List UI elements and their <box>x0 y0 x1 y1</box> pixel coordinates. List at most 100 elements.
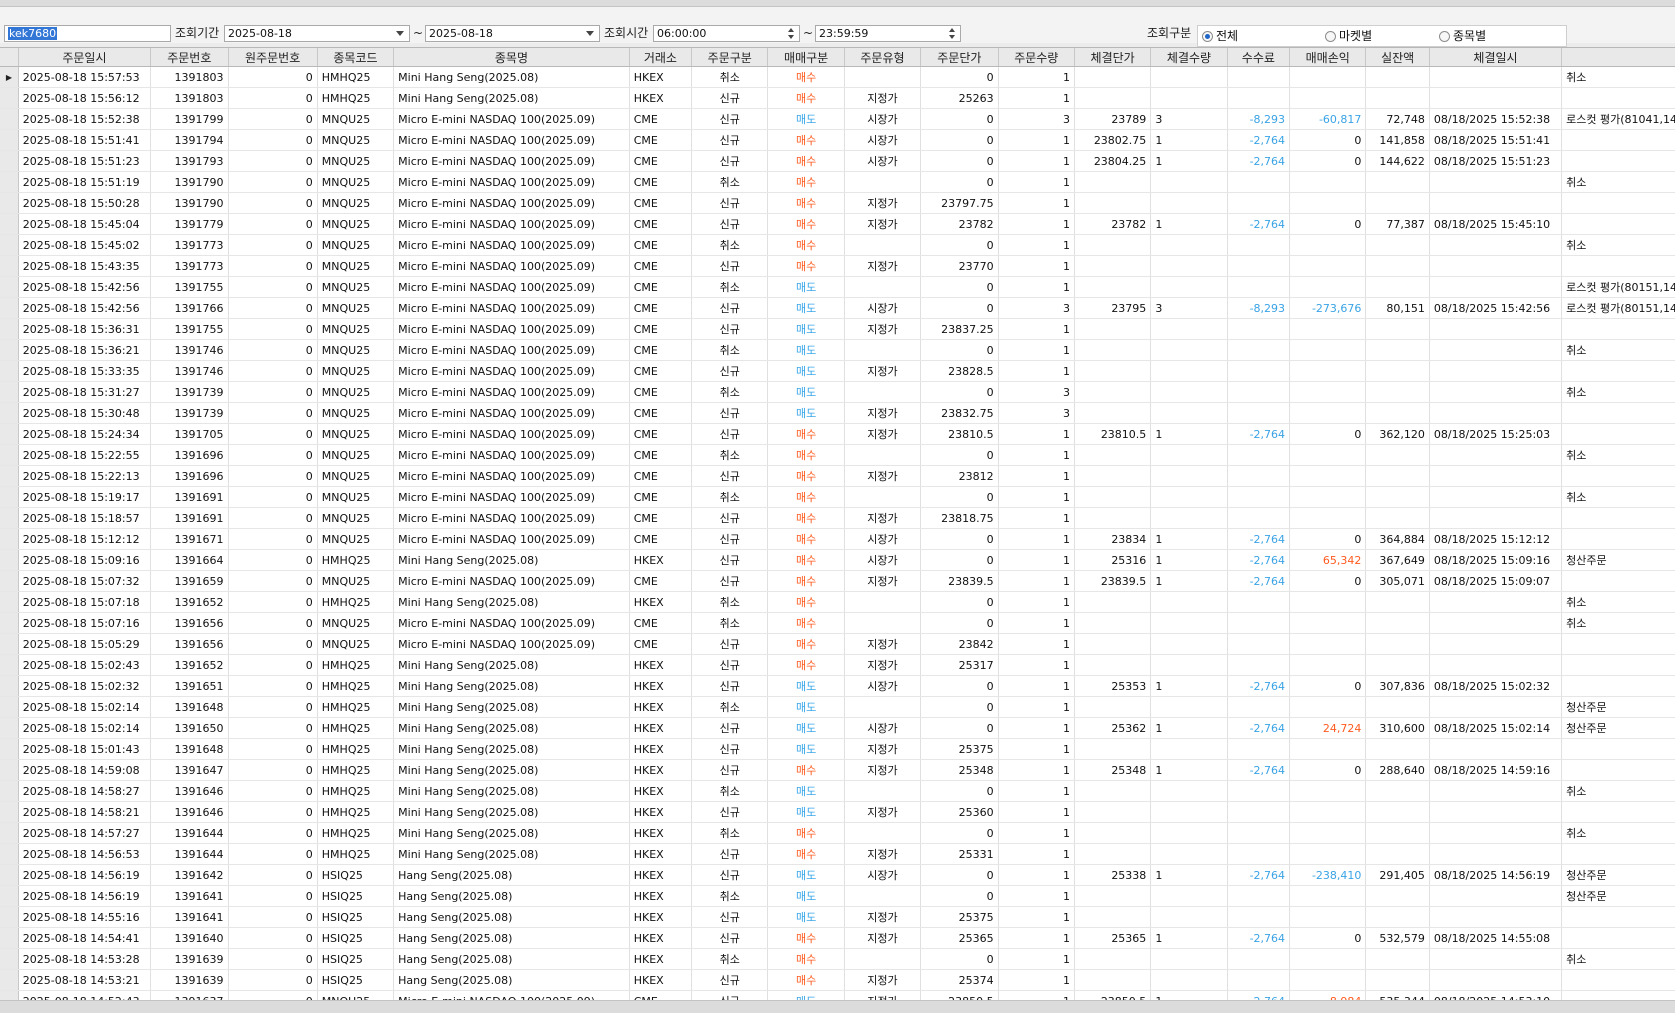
table-row[interactable]: 2025-08-18 15:43:35 1391773 0 MNQU25 Micro E… <box>0 255 1675 277</box>
table-row[interactable]: 2025-08-18 15:22:13 1391696 0 MNQU25 Micro E… <box>0 465 1675 487</box>
cell-symbol-name: Micro E-mini NASDAQ 100(2025.09) <box>393 423 630 445</box>
table-row[interactable]: 2025-08-18 15:07:32 1391659 0 MNQU25 Micro E… <box>0 570 1675 592</box>
cell-fill-time <box>1429 87 1563 109</box>
radio-symbol[interactable]: 종목별 <box>1439 29 1486 43</box>
table-row[interactable]: 2025-08-18 15:52:38 1391799 0 MNQU25 Micro E… <box>0 108 1675 130</box>
table-row[interactable]: 2025-08-18 15:22:55 1391696 0 MNQU25 Micro E… <box>0 444 1675 466</box>
table-row[interactable]: 2025-08-18 14:56:19 1391642 0 HSIQ25 Hang Se… <box>0 864 1675 886</box>
table-row[interactable]: 2025-08-18 15:02:14 1391650 0 HMHQ25 Mini Ha… <box>0 717 1675 739</box>
table-row[interactable]: 2025-08-18 15:07:16 1391656 0 MNQU25 Micro E… <box>0 612 1675 634</box>
col-header[interactable]: 주문유형 <box>844 48 922 67</box>
table-row[interactable]: 2025-08-18 15:56:12 1391803 0 HMHQ25 Mini Ha… <box>0 87 1675 109</box>
row-indicator <box>0 549 19 571</box>
table-row[interactable]: 2025-08-18 15:12:12 1391671 0 MNQU25 Micro E… <box>0 528 1675 550</box>
cell-order-no: 1391773 <box>150 234 229 256</box>
table-row[interactable]: 2025-08-18 15:18:57 1391691 0 MNQU25 Micro E… <box>0 507 1675 529</box>
cell-side: 매수 <box>767 486 845 508</box>
cell-orig-order-no: 0 <box>228 822 318 844</box>
cell-order-price: 0 <box>920 66 999 88</box>
table-row[interactable]: 2025-08-18 15:45:04 1391779 0 MNQU25 Micro E… <box>0 213 1675 235</box>
table-row[interactable]: 2025-08-18 15:42:56 1391766 0 MNQU25 Micro E… <box>0 297 1675 319</box>
table-row[interactable]: 2025-08-18 15:50:28 1391790 0 MNQU25 Micro E… <box>0 192 1675 214</box>
table-row[interactable]: 2025-08-18 14:56:53 1391644 0 HMHQ25 Mini Ha… <box>0 843 1675 865</box>
table-row[interactable]: 2025-08-18 14:58:21 1391646 0 HMHQ25 Mini Ha… <box>0 801 1675 823</box>
table-row[interactable]: 2025-08-18 14:58:27 1391646 0 HMHQ25 Mini Ha… <box>0 780 1675 802</box>
cell-orig-order-no: 0 <box>228 129 318 151</box>
cell-fill-qty: 1 <box>1150 150 1228 172</box>
dropdown-arrow-icon[interactable] <box>586 31 594 36</box>
cell-order-type <box>844 171 922 193</box>
col-header[interactable]: 거래소 <box>629 48 693 67</box>
col-header[interactable]: 매매구분 <box>767 48 845 67</box>
table-row[interactable]: 2025-08-18 15:33:35 1391746 0 MNQU25 Micro E… <box>0 360 1675 382</box>
radio-checked-icon[interactable] <box>1202 31 1213 42</box>
cell-order-no: 1391639 <box>150 948 229 970</box>
cell-order-no: 1391656 <box>150 633 229 655</box>
cell-note <box>1561 129 1675 151</box>
table-row[interactable]: 2025-08-18 15:36:21 1391746 0 MNQU25 Micro E… <box>0 339 1675 361</box>
account-input[interactable]: kek7680 <box>4 25 171 42</box>
table-row[interactable]: 2025-08-18 15:07:18 1391652 0 HMHQ25 Mini Ha… <box>0 591 1675 613</box>
table-row[interactable]: 2025-08-18 15:09:16 1391664 0 HMHQ25 Mini Ha… <box>0 549 1675 571</box>
col-header[interactable]: 원주문번호 <box>228 48 318 67</box>
table-row[interactable]: 2025-08-18 14:59:08 1391647 0 HMHQ25 Mini Ha… <box>0 759 1675 781</box>
table-row[interactable]: 2025-08-18 14:55:16 1391641 0 HSIQ25 Hang Se… <box>0 906 1675 928</box>
radio-unchecked-icon[interactable] <box>1325 31 1336 42</box>
radio-unchecked-icon[interactable] <box>1439 31 1450 42</box>
table-row[interactable]: 2025-08-18 15:51:19 1391790 0 MNQU25 Micro E… <box>0 171 1675 193</box>
table-row[interactable]: 2025-08-18 15:24:34 1391705 0 MNQU25 Micro E… <box>0 423 1675 445</box>
col-header[interactable]: 체결일시 <box>1429 48 1563 67</box>
cell-orig-order-no: 0 <box>228 297 318 319</box>
spinner-icon[interactable] <box>788 27 796 40</box>
cell-symbol-name: Micro E-mini NASDAQ 100(2025.09) <box>393 381 630 403</box>
dropdown-arrow-icon[interactable] <box>396 31 404 36</box>
table-row[interactable]: 2025-08-18 14:57:27 1391644 0 HMHQ25 Mini Ha… <box>0 822 1675 844</box>
table-row[interactable]: 2025-08-18 15:36:31 1391755 0 MNQU25 Micro E… <box>0 318 1675 340</box>
table-row[interactable]: 2025-08-18 15:51:23 1391793 0 MNQU25 Micro E… <box>0 150 1675 172</box>
table-row[interactable]: 2025-08-18 15:42:56 1391755 0 MNQU25 Micro E… <box>0 276 1675 298</box>
table-row[interactable]: ▶ 2025-08-18 15:57:53 1391803 0 HMHQ25 Mini H… <box>0 66 1675 88</box>
col-header[interactable]: 종목명 <box>393 48 630 67</box>
col-header[interactable]: 주문구분 <box>691 48 769 67</box>
col-header[interactable]: 수수료 <box>1227 48 1291 67</box>
col-header[interactable]: 종목코드 <box>317 48 395 67</box>
col-header[interactable]: 주문일시 <box>18 48 152 67</box>
time-from-input[interactable]: 06:00:00 <box>653 25 800 42</box>
table-row[interactable]: 2025-08-18 15:02:32 1391651 0 HMHQ25 Mini Ha… <box>0 675 1675 697</box>
date-to-picker[interactable]: 2025-08-18 <box>425 25 600 42</box>
radio-all[interactable]: 전체 <box>1202 29 1238 43</box>
table-row[interactable]: 2025-08-18 15:31:27 1391739 0 MNQU25 Micro E… <box>0 381 1675 403</box>
table-row[interactable]: 2025-08-18 15:02:14 1391648 0 HMHQ25 Mini Ha… <box>0 696 1675 718</box>
table-row[interactable]: 2025-08-18 15:02:43 1391652 0 HMHQ25 Mini Ha… <box>0 654 1675 676</box>
account-value: kek7680 <box>8 27 58 40</box>
cell-fill-time: 08/18/2025 15:09:16 <box>1429 549 1563 571</box>
table-row[interactable]: 2025-08-18 15:30:48 1391739 0 MNQU25 Micro E… <box>0 402 1675 424</box>
table-row[interactable]: 2025-08-18 15:51:41 1391794 0 MNQU25 Micro E… <box>0 129 1675 151</box>
cell-order-kind: 취소 <box>691 444 769 466</box>
table-row[interactable]: 2025-08-18 14:53:21 1391639 0 HSIQ25 Hang Se… <box>0 969 1675 991</box>
order-history-grid[interactable]: 주문일시 주문번호 원주문번호 종목코드 종목명 거래소 주문구분 매매구분 주… <box>0 47 1675 1001</box>
col-header[interactable]: 체결단가 <box>1074 48 1152 67</box>
table-row[interactable]: 2025-08-18 15:45:02 1391773 0 MNQU25 Micro E… <box>0 234 1675 256</box>
col-header[interactable]: 실잔액 <box>1365 48 1430 67</box>
cell-symbol-code: HSIQ25 <box>317 906 395 928</box>
row-indicator <box>0 192 19 214</box>
table-row[interactable]: 2025-08-18 14:56:19 1391641 0 HSIQ25 Hang Se… <box>0 885 1675 907</box>
table-row[interactable]: 2025-08-18 14:54:41 1391640 0 HSIQ25 Hang Se… <box>0 927 1675 949</box>
col-header[interactable]: 매매손익 <box>1289 48 1367 67</box>
table-row[interactable]: 2025-08-18 15:19:17 1391691 0 MNQU25 Micro E… <box>0 486 1675 508</box>
time-to-input[interactable]: 23:59:59 <box>815 25 961 42</box>
col-header[interactable]: 주문단가 <box>920 48 999 67</box>
table-row[interactable]: 2025-08-18 15:05:29 1391656 0 MNQU25 Micro E… <box>0 633 1675 655</box>
date-from-picker[interactable]: 2025-08-18 <box>224 25 410 42</box>
col-header[interactable]: 주문수량 <box>998 48 1075 67</box>
cell-orig-order-no: 0 <box>228 801 318 823</box>
table-row[interactable]: 2025-08-18 15:01:43 1391648 0 HMHQ25 Mini Ha… <box>0 738 1675 760</box>
cell-order-price: 0 <box>920 444 999 466</box>
radio-market[interactable]: 마켓별 <box>1325 29 1372 43</box>
spinner-icon[interactable] <box>949 27 957 40</box>
col-header[interactable]: 체결수량 <box>1150 48 1228 67</box>
col-header[interactable] <box>1561 48 1675 67</box>
col-header[interactable]: 주문번호 <box>150 48 229 67</box>
table-row[interactable]: 2025-08-18 14:53:28 1391639 0 HSIQ25 Hang Se… <box>0 948 1675 970</box>
